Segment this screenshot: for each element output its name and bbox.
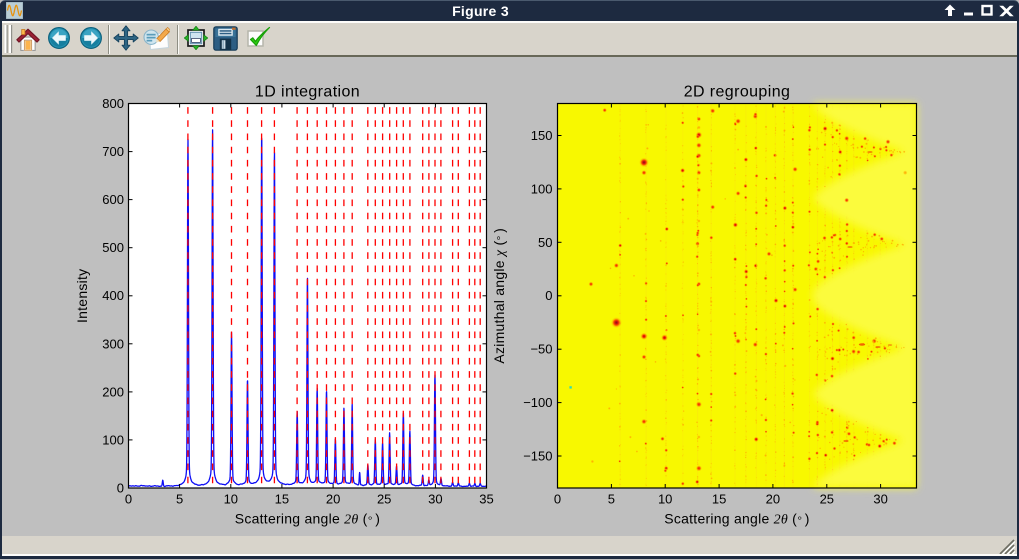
svg-text:35: 35: [479, 492, 493, 507]
svg-text:25: 25: [820, 492, 834, 507]
svg-text:0: 0: [545, 288, 552, 303]
svg-text:15: 15: [712, 492, 726, 507]
svg-text:5: 5: [176, 492, 183, 507]
svg-text:700: 700: [102, 144, 124, 159]
svg-text:500: 500: [102, 240, 124, 255]
svg-text:−50: −50: [530, 342, 552, 357]
svg-text:20: 20: [766, 492, 780, 507]
svg-text:300: 300: [102, 336, 124, 351]
svg-text:200: 200: [102, 384, 124, 399]
svg-text:Intensity: Intensity: [74, 269, 90, 323]
svg-text:25: 25: [377, 492, 391, 507]
svg-text:Scattering angle 2θ (° ): Scattering angle 2θ (° ): [235, 511, 380, 528]
svg-text:30: 30: [873, 492, 887, 507]
svg-text:5: 5: [608, 492, 615, 507]
svg-text:0: 0: [125, 492, 132, 507]
svg-text:10: 10: [224, 492, 238, 507]
svg-text:1D integration: 1D integration: [255, 84, 360, 101]
svg-text:0: 0: [554, 492, 561, 507]
svg-text:150: 150: [531, 128, 553, 143]
svg-text:50: 50: [538, 235, 552, 250]
svg-text:20: 20: [326, 492, 340, 507]
svg-text:100: 100: [102, 432, 124, 447]
svg-text:0: 0: [117, 481, 124, 496]
svg-text:400: 400: [102, 288, 124, 303]
svg-text:600: 600: [102, 192, 124, 207]
svg-text:100: 100: [531, 181, 553, 196]
svg-text:Scattering angle 2θ (° ): Scattering angle 2θ (° ): [664, 511, 809, 528]
svg-text:Azimuthal angle χ (° ): Azimuthal angle χ (° ): [491, 228, 508, 364]
svg-text:−150: −150: [523, 449, 552, 464]
svg-text:800: 800: [102, 96, 124, 111]
svg-text:30: 30: [428, 492, 442, 507]
svg-text:10: 10: [658, 492, 672, 507]
svg-text:15: 15: [275, 492, 289, 507]
svg-text:2D regrouping: 2D regrouping: [684, 84, 791, 101]
svg-text:−100: −100: [523, 395, 552, 410]
